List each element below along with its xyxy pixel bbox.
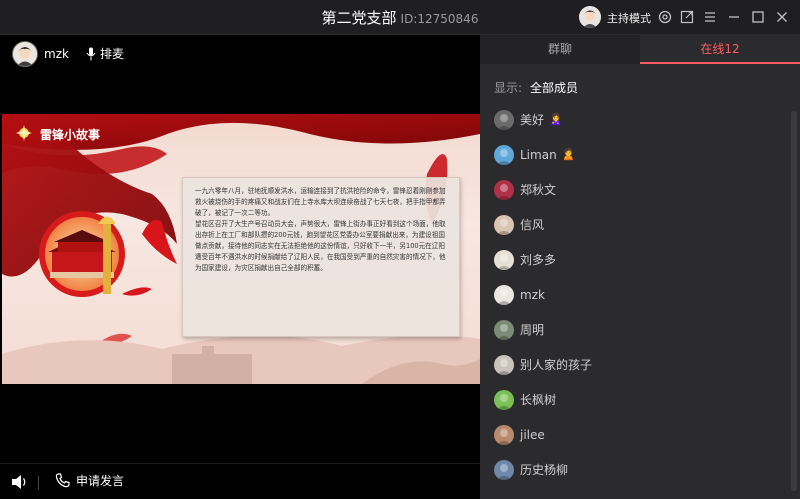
member-name: 美好 <box>520 113 545 127</box>
external-link-icon[interactable] <box>678 8 696 26</box>
list-item[interactable]: 信风 <box>480 207 786 242</box>
list-item[interactable]: 别人家的孩子 <box>480 347 786 382</box>
member-name: 别人家的孩子 <box>520 358 593 372</box>
list-item[interactable]: 郑秋文 <box>480 172 786 207</box>
tab-online-members[interactable]: 在线12 <box>640 35 800 64</box>
presenter-info: mzk <box>12 41 69 67</box>
title-bar: 第二党支部 ID:12750846 主持模式 <box>0 0 800 35</box>
settings-icon[interactable] <box>656 8 674 26</box>
member-role-icon: 🙎 <box>561 148 576 161</box>
list-item[interactable]: 美好 🙎‍♀️ <box>480 102 786 137</box>
filter-value[interactable]: 全部成员 <box>530 81 578 95</box>
presentation-slide: 雷锋小故事 一九六零年八月，驻地抚顺发洪水，运输连接到了抗洪抢险的命令，雷锋忍着… <box>2 114 480 384</box>
presenter-avatar[interactable] <box>12 41 38 67</box>
tab-group-chat[interactable]: 群聊 <box>480 35 640 64</box>
member-avatar <box>494 249 514 270</box>
list-item[interactable]: 周明 <box>480 312 786 347</box>
side-panel: 群聊 在线12 显示: 全部成员 美好 🙎‍♀️ Liman 🙎 郑秋文信风刘多多 mzk 周… <box>480 35 800 499</box>
list-item[interactable]: 刘多多 <box>480 242 786 277</box>
slide-text-card: 一九六零年八月，驻地抚顺发洪水，运输连接到了抗洪抢险的命令，雷锋忍着刚刚参加救火… <box>182 177 460 337</box>
queue-mic-label: 排麦 <box>100 47 125 61</box>
member-avatar <box>494 319 514 340</box>
panel-tabs: 群聊 在线12 <box>480 35 800 64</box>
member-avatar <box>494 144 514 165</box>
member-name: Liman <box>520 147 557 162</box>
member-name: mzk <box>520 287 545 302</box>
room-name: 第二党支部 <box>321 9 397 27</box>
microphone-icon <box>86 47 96 60</box>
apply-speak-label: 申请发言 <box>76 474 125 488</box>
close-icon[interactable] <box>773 8 791 26</box>
stage-controls: 申请发言 <box>0 463 480 499</box>
member-avatar <box>494 284 514 305</box>
member-name: 周明 <box>520 323 545 337</box>
member-name: 信风 <box>520 218 545 232</box>
list-item[interactable]: Liman 🙎 <box>480 137 786 172</box>
member-filter[interactable]: 显示: 全部成员 <box>494 79 578 96</box>
divider <box>38 476 39 490</box>
host-mode-label[interactable]: 主持模式 <box>607 10 651 26</box>
presenter-name: mzk <box>44 47 69 61</box>
slide-paragraph-1: 一九六零年八月，驻地抚顺发洪水，运输连接到了抗洪抢险的命令，雷锋忍着刚刚参加救火… <box>195 187 446 217</box>
member-name: 历史杨柳 <box>520 463 569 477</box>
presentation-stage: mzk 排麦 雷锋小故事 一九六零年八月，驻地抚顺发洪水，运输连接到了抗洪抢险的… <box>0 35 480 499</box>
room-id: ID:12750846 <box>400 12 479 26</box>
filter-label: 显示: <box>494 81 523 95</box>
slide-paragraph-2: 望花区召开了大生产号召动员大会，声势很大，雷锋上街办事正好看到这个场面，他取出存… <box>195 220 446 272</box>
minimize-icon[interactable] <box>725 8 743 26</box>
phone-icon <box>55 473 70 488</box>
member-avatar <box>494 214 514 235</box>
member-avatar <box>494 179 514 200</box>
queue-mic-button[interactable]: 排麦 <box>86 45 124 62</box>
member-list: 美好 🙎‍♀️ Liman 🙎 郑秋文信风刘多多 mzk 周明别人家的孩子 长枫树 jilee 历… <box>480 102 786 487</box>
apply-speak-button[interactable]: 申请发言 <box>55 472 124 489</box>
list-item[interactable]: 历史杨柳 <box>480 452 786 487</box>
member-avatar <box>494 424 514 445</box>
menu-icon[interactable] <box>701 8 719 26</box>
member-list-scrollbar[interactable] <box>791 111 797 491</box>
host-avatar[interactable] <box>579 6 601 28</box>
member-avatar <box>494 354 514 375</box>
member-name: 长枫树 <box>520 393 557 407</box>
member-role-icon: 🙎‍♀️ <box>549 113 563 126</box>
volume-icon[interactable] <box>11 474 29 493</box>
member-avatar <box>494 109 514 130</box>
list-item[interactable]: 长枫树 <box>480 382 786 417</box>
list-item[interactable]: mzk <box>480 277 786 312</box>
list-item[interactable]: jilee <box>480 417 786 452</box>
slide-heading: 雷锋小故事 <box>40 128 101 142</box>
member-avatar <box>494 459 514 480</box>
member-avatar <box>494 389 514 410</box>
maximize-icon[interactable] <box>749 8 767 26</box>
member-name: 刘多多 <box>520 253 557 267</box>
member-name: jilee <box>520 427 545 442</box>
member-name: 郑秋文 <box>520 183 557 197</box>
